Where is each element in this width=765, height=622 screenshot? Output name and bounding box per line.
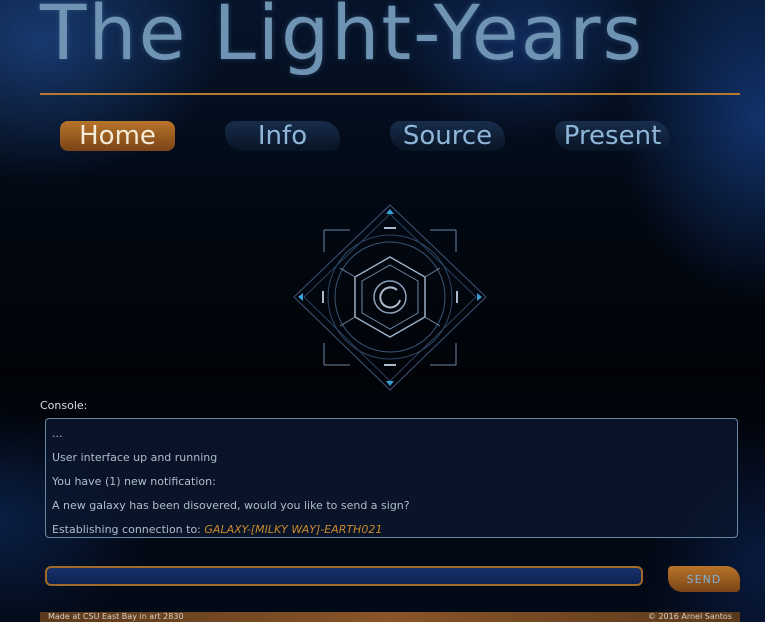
footer-credit: Made at CSU East Bay in art 2830 (48, 612, 184, 621)
footer-bar: Made at CSU East Bay in art 2830 © 2016 … (40, 612, 740, 622)
nav-info[interactable]: Info (225, 121, 340, 151)
page: The Light-Years Home Info Source Present (0, 0, 765, 622)
console-line: User interface up and running (52, 451, 218, 464)
connection-prefix: Establishing connection to: (52, 523, 205, 536)
console-output: ... User interface up and running You ha… (45, 418, 738, 538)
send-button[interactable]: SEND (668, 566, 740, 592)
title-divider (40, 93, 740, 95)
console-line: ... (52, 427, 63, 440)
connection-target: GALAXY-[MILKY WAY]-EARTH021 (204, 523, 383, 536)
hexagon-target-emblem-icon (293, 204, 487, 391)
main-nav: Home Info Source Present (0, 121, 765, 155)
console-input[interactable] (45, 566, 643, 586)
nav-present[interactable]: Present (555, 121, 670, 151)
console-connection-line: Establishing connection to: GALAXY-[MILK… (52, 521, 731, 545)
nav-home[interactable]: Home (60, 121, 175, 151)
console-line: You have (1) new notification: (52, 475, 216, 488)
footer-copyright: © 2016 Arnel Santos (647, 612, 732, 621)
console-line: A new galaxy has been disovered, would y… (52, 499, 410, 512)
nav-source[interactable]: Source (390, 121, 505, 151)
console-label: Console: (40, 399, 88, 412)
page-title: The Light-Years (40, 0, 645, 77)
